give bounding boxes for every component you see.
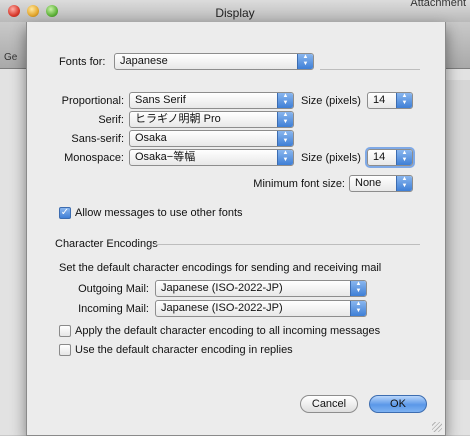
monospace-size-value: 14 bbox=[373, 151, 386, 163]
incoming-mail-value: Japanese (ISO-2022-JP) bbox=[161, 302, 283, 314]
popup-arrows-icon: ▲ ▼ bbox=[350, 281, 366, 296]
cancel-button[interactable]: Cancel bbox=[300, 395, 358, 413]
incoming-mail-label: Incoming Mail: bbox=[78, 303, 149, 315]
allow-other-fonts-label: Allow messages to use other fonts bbox=[75, 207, 243, 219]
outgoing-mail-value: Japanese (ISO-2022-JP) bbox=[161, 282, 283, 294]
display-sheet: Fonts for: Japanese ▲ ▼ Proportional: San… bbox=[26, 22, 446, 436]
popup-arrows-icon: ▲ ▼ bbox=[277, 112, 293, 127]
popup-arrows-icon: ▲ ▼ bbox=[396, 176, 412, 191]
proportional-popup[interactable]: Sans Serif ▲ ▼ bbox=[129, 92, 294, 109]
fonts-for-value: Japanese bbox=[120, 55, 168, 67]
proportional-value: Sans Serif bbox=[135, 94, 186, 106]
popup-arrows-icon: ▲ ▼ bbox=[350, 301, 366, 316]
apply-incoming-label: Apply the default character encoding to … bbox=[75, 325, 381, 337]
resize-grip-icon[interactable] bbox=[432, 422, 442, 432]
monospace-label: Monospace: bbox=[64, 152, 124, 164]
fonts-for-label: Fonts for: bbox=[59, 56, 106, 68]
popup-arrows-icon: ▲ ▼ bbox=[396, 93, 412, 108]
min-font-size-label: Minimum font size: bbox=[253, 178, 345, 190]
serif-value: ヒラギノ明朝 Pro bbox=[135, 113, 221, 125]
background-titlebar: Display Attachment bbox=[0, 0, 470, 23]
fonts-for-popup[interactable]: Japanese ▲ ▼ bbox=[114, 53, 314, 70]
popup-arrows-icon: ▲ ▼ bbox=[277, 93, 293, 108]
encodings-description: Set the default character encodings for … bbox=[59, 262, 382, 274]
use-in-replies-checkbox[interactable] bbox=[59, 344, 71, 356]
popup-arrows-icon: ▲ ▼ bbox=[277, 150, 293, 165]
fonts-for-divider bbox=[320, 69, 420, 70]
monospace-popup[interactable]: Osaka−等幅 ▲ ▼ bbox=[129, 149, 294, 166]
sans-serif-value: Osaka bbox=[135, 132, 167, 144]
serif-label: Serif: bbox=[98, 114, 124, 126]
ok-button[interactable]: OK bbox=[369, 395, 427, 413]
proportional-size-value: 14 bbox=[373, 94, 386, 106]
min-font-size-popup[interactable]: None ▲ ▼ bbox=[349, 175, 413, 192]
monospace-value: Osaka−等幅 bbox=[135, 151, 196, 163]
sans-serif-popup[interactable]: Osaka ▲ ▼ bbox=[129, 130, 294, 147]
serif-popup[interactable]: ヒラギノ明朝 Pro ▲ ▼ bbox=[129, 111, 294, 128]
popup-arrows-icon: ▲ ▼ bbox=[277, 131, 293, 146]
monospace-size-popup[interactable]: 14 ▲ ▼ bbox=[367, 149, 413, 166]
use-in-replies-label: Use the default character encoding in re… bbox=[75, 344, 293, 356]
encodings-section-title: Character Encodings bbox=[55, 238, 158, 250]
popup-arrows-icon: ▲ ▼ bbox=[297, 54, 313, 69]
window-title: Display bbox=[215, 6, 255, 20]
size-label-proportional: Size (pixels) bbox=[301, 95, 361, 107]
checkmark-icon: ✓ bbox=[60, 207, 70, 218]
encodings-divider bbox=[155, 244, 420, 245]
popup-arrows-icon: ▲ ▼ bbox=[396, 150, 412, 165]
incoming-mail-popup[interactable]: Japanese (ISO-2022-JP) ▲ ▼ bbox=[155, 300, 367, 317]
apply-incoming-checkbox[interactable] bbox=[59, 325, 71, 337]
size-label-monospace: Size (pixels) bbox=[301, 152, 361, 164]
proportional-label: Proportional: bbox=[61, 95, 124, 107]
proportional-size-popup[interactable]: 14 ▲ ▼ bbox=[367, 92, 413, 109]
min-font-size-value: None bbox=[355, 177, 382, 189]
outgoing-mail-popup[interactable]: Japanese (ISO-2022-JP) ▲ ▼ bbox=[155, 280, 367, 297]
outgoing-mail-label: Outgoing Mail: bbox=[78, 283, 149, 295]
allow-other-fonts-checkbox[interactable]: ✓ bbox=[59, 207, 71, 219]
sans-serif-label: Sans-serif: bbox=[71, 133, 124, 145]
attachment-label: Attachment bbox=[410, 0, 466, 9]
background-tab-fragment: Ge bbox=[4, 52, 18, 63]
